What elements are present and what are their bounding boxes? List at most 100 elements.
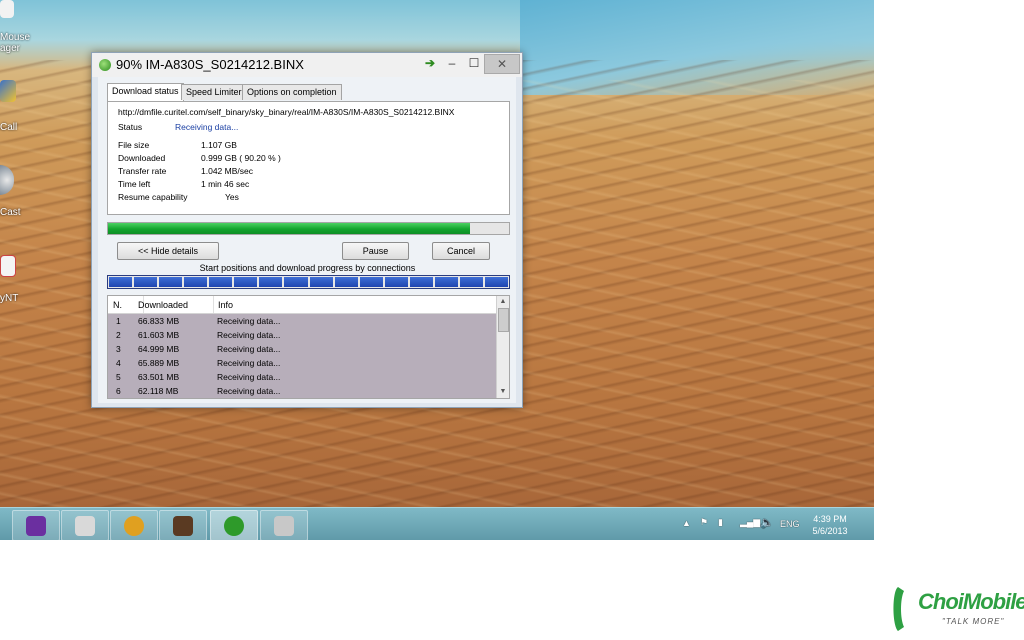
column-header-info[interactable]: Info (218, 300, 233, 310)
language-indicator[interactable]: ENG (780, 519, 800, 540)
title-bar[interactable]: 90% IM-A830S_S0214212.BINX ➔ – ☐ ✕ (92, 53, 522, 77)
connection-segment (184, 277, 208, 287)
desktop-icon-cast[interactable]: Cast (0, 165, 30, 218)
connection-info: Receiving data... (217, 358, 281, 368)
connection-segment (159, 277, 183, 287)
taskbar-item-yahoo[interactable] (12, 510, 60, 540)
download-info-panel: http://dmfile.curitel.com/self_binary/sk… (107, 101, 510, 215)
connection-number: 6 (116, 386, 121, 396)
taskbar-item-game[interactable] (159, 510, 207, 540)
connection-downloaded: 65.889 MB (138, 358, 180, 368)
close-button[interactable]: ✕ (484, 54, 520, 74)
pause-button[interactable]: Pause (342, 242, 409, 260)
network-icon (75, 516, 95, 536)
connection-segment (434, 277, 458, 287)
hide-details-button[interactable]: << Hide details (117, 242, 219, 260)
table-row[interactable]: 2 61.603 MB Receiving data... (108, 328, 496, 342)
clock-time: 4:39 PM (813, 514, 847, 524)
phone-icon[interactable]: ▮ (718, 517, 723, 540)
connection-downloaded: 66.833 MB (138, 316, 180, 326)
volume-icon[interactable]: 🔈 (760, 516, 774, 540)
connection-segment (284, 277, 308, 287)
connection-downloaded: 63.501 MB (138, 372, 180, 382)
download-progress-bar (107, 222, 510, 235)
connections-list: N. Downloaded Info 1 66.833 MB Receiving d… (107, 295, 510, 399)
signal-icon[interactable]: ▂▄▆ (740, 517, 760, 540)
table-row[interactable]: 4 65.889 MB Receiving data... (108, 356, 496, 370)
time-left-label: Time left (118, 179, 151, 189)
connection-downloaded: 62.118 MB (138, 386, 179, 396)
file-size-label: File size (118, 140, 150, 150)
connection-segment (384, 277, 408, 287)
connection-segment (359, 277, 383, 287)
connection-downloaded: 64.999 MB (138, 344, 180, 354)
mouse-app-icon (0, 0, 14, 18)
minimize-button[interactable]: – (442, 54, 462, 72)
status-label: Status (118, 122, 143, 132)
table-row[interactable]: 3 64.999 MB Receiving data... (108, 342, 496, 356)
column-header-n[interactable]: N. (113, 300, 122, 310)
cast-icon (0, 165, 14, 195)
resume-capability-value: Yes (225, 192, 239, 202)
choimobile-logo: ChoiMobile "TALK MORE" (890, 585, 1024, 635)
taskbar-item-download-manager[interactable] (210, 510, 258, 540)
connection-downloaded: 61.603 MB (138, 330, 180, 340)
flag-icon[interactable]: ⚑ (700, 517, 708, 540)
maximize-button[interactable]: ☐ (464, 54, 484, 72)
cancel-button[interactable]: Cancel (432, 242, 490, 260)
arrow-icon[interactable]: ➔ (422, 54, 438, 72)
desktop-icon-mouse[interactable]: Mouse ager (0, 0, 30, 54)
download-url: http://dmfile.curitel.com/self_binary/sk… (118, 107, 455, 117)
connections-rows: 1 66.833 MB Receiving data... 2 61.603 MB Rec… (108, 314, 496, 398)
desktop-icon-ynt[interactable]: yNT (0, 255, 30, 304)
table-row[interactable]: 6 62.118 MB Receiving data... (108, 384, 496, 398)
show-hidden-icons-icon[interactable]: ▲ (682, 518, 691, 540)
connection-segment (209, 277, 233, 287)
time-left-value: 1 min 46 sec (201, 179, 250, 189)
scroll-thumb[interactable] (498, 308, 509, 332)
tab-speed-limiter[interactable]: Speed Limiter (181, 84, 247, 100)
desktop-icon-label: Call (0, 122, 18, 133)
connection-segment (409, 277, 433, 287)
connections-caption: Start positions and download progress by… (199, 263, 416, 273)
column-divider (213, 296, 214, 313)
file-size-value: 1.107 GB (201, 140, 237, 150)
shield-call-icon (0, 80, 16, 102)
clock[interactable]: 4:39 PM 5/6/2013 (800, 513, 860, 537)
column-header-downloaded[interactable]: Downloaded (138, 300, 188, 310)
paint-icon (274, 516, 294, 536)
resume-capability-label: Resume capability (118, 192, 188, 202)
table-row[interactable]: 5 63.501 MB Receiving data... (108, 370, 496, 384)
tab-options-on-completion[interactable]: Options on completion (242, 84, 342, 100)
logo-tagline: "TALK MORE" (942, 617, 1005, 626)
transfer-rate-label: Transfer rate (118, 166, 167, 176)
connection-segment (309, 277, 333, 287)
desktop-icon-call[interactable]: Call (0, 80, 30, 133)
desktop-icon-label: yNT (0, 293, 19, 304)
list-scrollbar[interactable]: ▲ ▼ (496, 296, 509, 398)
connection-info: Receiving data... (217, 344, 281, 354)
connections-progress-bar (107, 275, 510, 289)
taskbar-item-chrome[interactable] (110, 510, 158, 540)
taskbar-item-network[interactable] (61, 510, 109, 540)
tab-download-status[interactable]: Download status (107, 83, 184, 101)
connection-segment (334, 277, 358, 287)
taskbar-item-paint[interactable] (260, 510, 308, 540)
connection-info: Receiving data... (217, 386, 281, 396)
connection-segment (459, 277, 483, 287)
progress-fill (108, 223, 470, 234)
chrome-icon (124, 516, 144, 536)
list-header: N. Downloaded Info (108, 296, 496, 314)
game-icon (173, 516, 193, 536)
scroll-down-icon[interactable]: ▼ (497, 386, 509, 397)
yahoo-messenger-icon (26, 516, 46, 536)
connection-info: Receiving data... (217, 372, 281, 382)
connection-number: 2 (116, 330, 121, 340)
transfer-rate-value: 1.042 MB/sec (201, 166, 253, 176)
scroll-up-icon[interactable]: ▲ (497, 296, 509, 307)
table-row[interactable]: 1 66.833 MB Receiving data... (108, 314, 496, 328)
taskbar: ▲ ⚑ ▮ ▂▄▆ 🔈 ENG 4:39 PM 5/6/2013 (0, 507, 874, 540)
desktop: Mouse ager Call Cast yNT 90% IM-A830S_S0… (0, 0, 874, 540)
clock-date: 5/6/2013 (812, 526, 848, 536)
globe-download-icon (99, 59, 111, 71)
